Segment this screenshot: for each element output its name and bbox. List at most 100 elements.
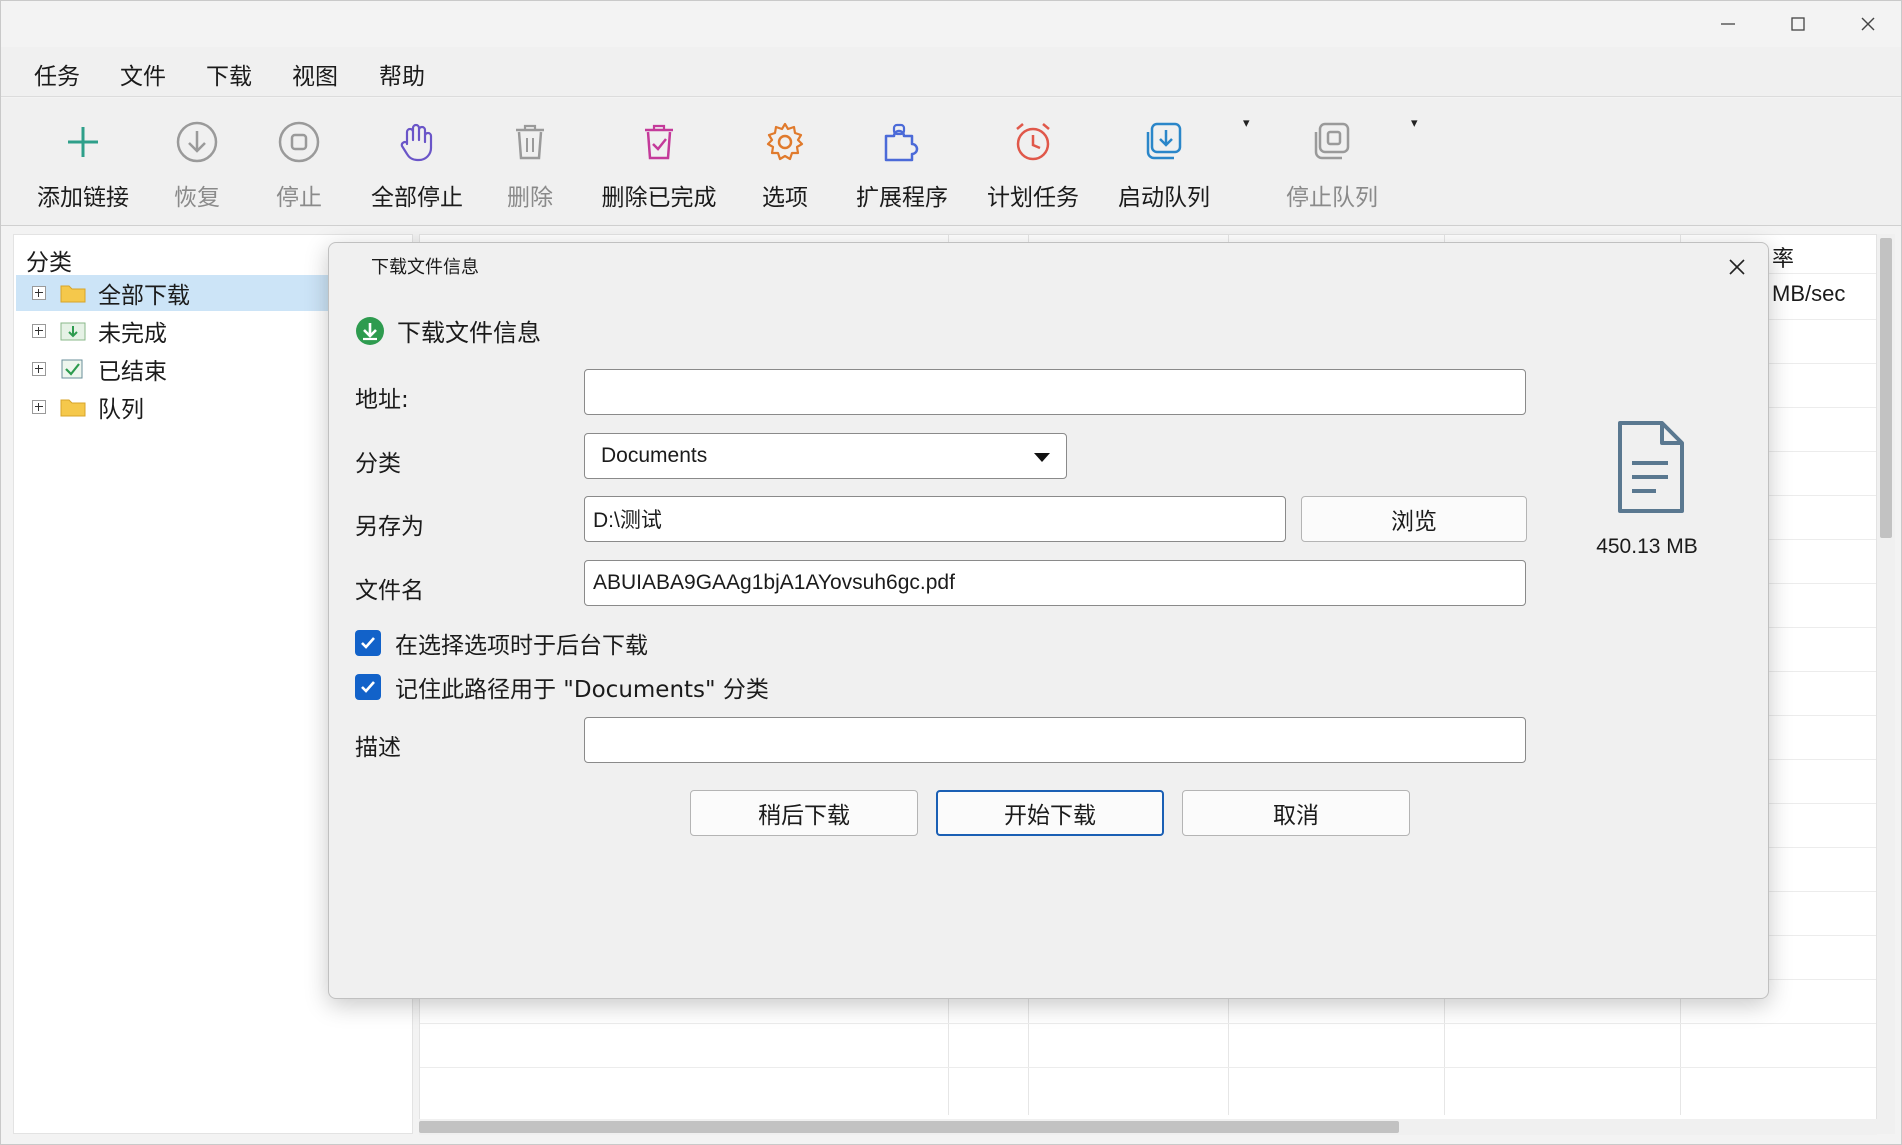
menu-view[interactable]: 视图	[292, 57, 338, 91]
dialog-header-text: 下载文件信息	[397, 319, 541, 347]
download-later-button[interactable]: 稍后下载	[690, 790, 918, 836]
sidebar-item-label: 已结束	[98, 359, 167, 385]
remember-path-checkbox-row[interactable]: 记住此路径用于 "Documents" 分类	[355, 670, 769, 704]
category-label: 分类	[355, 451, 401, 477]
close-button[interactable]	[1833, 1, 1902, 47]
row-divider	[420, 1023, 1876, 1024]
vertical-scroll-thumb[interactable]	[1880, 238, 1892, 538]
download-info-dialog: 下载文件信息 下载文件信息 地址: 分类 Documents 另存为 D:\测试…	[328, 242, 1769, 999]
minimize-icon	[1721, 23, 1735, 25]
stop-queue-dropdown-icon[interactable]: ▾	[1411, 116, 1418, 131]
description-label: 描述	[355, 735, 401, 761]
delete-button[interactable]: 删除	[504, 98, 556, 226]
cancel-button[interactable]: 取消	[1182, 790, 1410, 836]
background-download-checkbox-row[interactable]: 在选择选项时于后台下载	[355, 626, 648, 660]
resume-button[interactable]: 恢复	[167, 98, 227, 226]
download-icon	[356, 316, 384, 345]
main-window: 任务 文件 下载 视图 帮助 添加链接 恢复 停止 全部停止 删除 删除已完成 …	[0, 0, 1902, 1145]
toolbar: 添加链接 恢复 停止 全部停止 删除 删除已完成 选项 扩展程序 计划任务 启动…	[1, 98, 1901, 226]
stop-queue-button[interactable]: 停止队列	[1284, 98, 1380, 226]
rate-cell-fragment: MB/sec	[1772, 281, 1846, 306]
url-label: 地址:	[355, 387, 409, 413]
maximize-icon	[1791, 17, 1805, 31]
sidebar-item-label: 未完成	[98, 321, 167, 347]
puzzle-icon	[878, 118, 926, 166]
stop-queue-label: 停止队列	[1286, 185, 1378, 211]
row-divider	[420, 1067, 1876, 1068]
folder-icon	[60, 282, 86, 304]
file-size: 450.13 MB	[1596, 535, 1698, 558]
remember-path-checkbox[interactable]	[355, 674, 381, 700]
remember-path-label: 记住此路径用于 "Documents" 分类	[395, 677, 769, 703]
stop-all-label: 全部停止	[371, 185, 463, 211]
delete-completed-label: 删除已完成	[601, 185, 717, 211]
category-select[interactable]: Documents	[584, 433, 1067, 479]
menu-help[interactable]: 帮助	[379, 57, 425, 91]
category-select-value: Documents	[601, 444, 708, 467]
save-as-label: 另存为	[355, 514, 424, 540]
gear-icon	[761, 118, 809, 166]
close-icon	[1861, 17, 1875, 31]
stop-label: 停止	[276, 185, 322, 211]
trash-icon	[506, 118, 554, 166]
add-link-button[interactable]: 添加链接	[35, 98, 131, 226]
browse-button[interactable]: 浏览	[1301, 496, 1527, 542]
options-label: 选项	[762, 185, 808, 211]
scheduler-label: 计划任务	[987, 185, 1079, 211]
options-button[interactable]: 选项	[759, 98, 811, 226]
description-input[interactable]	[584, 717, 1526, 763]
expand-icon[interactable]	[32, 324, 46, 338]
stop-all-button[interactable]: 全部停止	[369, 98, 465, 226]
close-icon	[1729, 259, 1745, 275]
checkmark-icon	[361, 637, 375, 649]
minimize-button[interactable]	[1693, 1, 1763, 47]
queue-stop-icon	[1308, 118, 1356, 166]
checkmark-icon	[361, 681, 375, 693]
expand-icon[interactable]	[32, 362, 46, 376]
sidebar-item-label: 全部下载	[98, 283, 190, 309]
sidebar-header: 分类	[26, 250, 72, 276]
start-queue-button[interactable]: 启动队列	[1116, 98, 1212, 226]
background-download-checkbox[interactable]	[355, 630, 381, 656]
vertical-scrollbar[interactable]	[1877, 234, 1895, 1134]
queue-start-icon	[1140, 118, 1188, 166]
check-folder-icon	[60, 358, 86, 380]
menu-download[interactable]: 下载	[206, 57, 252, 91]
alarm-icon	[1009, 118, 1057, 166]
folder-icon	[60, 396, 86, 418]
resume-icon	[173, 118, 221, 166]
filename-input[interactable]: ABUIABA9GAAg1bjA1AYovsuh6gc.pdf	[584, 560, 1526, 606]
add-link-label: 添加链接	[37, 185, 129, 211]
extensions-label: 扩展程序	[856, 185, 948, 211]
dialog-close-button[interactable]	[1719, 249, 1755, 285]
delete-label: 删除	[507, 185, 553, 211]
stop-icon	[275, 118, 323, 166]
plus-icon	[59, 118, 107, 166]
maximize-button[interactable]	[1763, 1, 1833, 47]
expand-icon[interactable]	[32, 286, 46, 300]
stop-button[interactable]: 停止	[269, 98, 329, 226]
expand-icon[interactable]	[32, 400, 46, 414]
start-queue-dropdown-icon[interactable]: ▾	[1243, 116, 1250, 131]
chevron-down-icon	[1034, 453, 1050, 462]
menu-task[interactable]: 任务	[34, 57, 80, 91]
save-as-input[interactable]: D:\测试	[584, 496, 1286, 542]
column-header-rate-fragment: 率	[1772, 247, 1795, 272]
url-input[interactable]	[584, 369, 1526, 415]
background-download-label: 在选择选项时于后台下载	[395, 633, 648, 659]
dialog-title: 下载文件信息	[371, 257, 479, 278]
sidebar-item-label: 队列	[98, 397, 144, 423]
delete-completed-button[interactable]: 删除已完成	[599, 98, 719, 226]
extensions-button[interactable]: 扩展程序	[854, 98, 950, 226]
menu-file[interactable]: 文件	[120, 57, 166, 91]
horizontal-scrollbar[interactable]	[419, 1119, 1877, 1135]
start-download-button[interactable]: 开始下载	[936, 790, 1164, 836]
download-folder-icon	[60, 320, 86, 342]
hand-icon	[393, 118, 441, 166]
dialog-header: 下载文件信息	[355, 313, 541, 348]
start-queue-label: 启动队列	[1118, 185, 1210, 211]
horizontal-scroll-thumb[interactable]	[419, 1121, 1399, 1133]
menu-bar: 任务 文件 下载 视图 帮助	[1, 47, 1901, 97]
trash-check-icon	[635, 118, 683, 166]
scheduler-button[interactable]: 计划任务	[985, 98, 1081, 226]
